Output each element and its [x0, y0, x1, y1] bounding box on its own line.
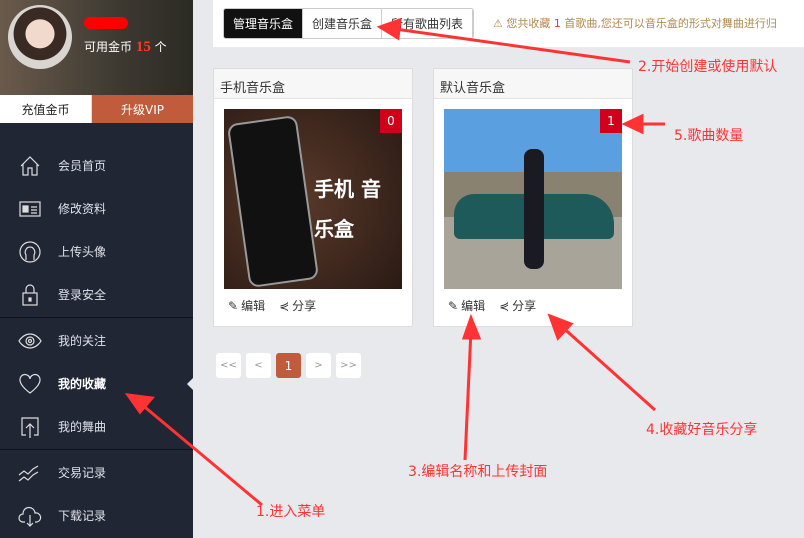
phone-image: [226, 114, 320, 289]
cover-image[interactable]: 手机 音乐盒: [224, 109, 402, 289]
toolbar: 管理音乐盒 创建音乐盒 所有歌曲列表 ⚠ 您共收藏 1 首歌曲,您还可以音乐盒的…: [213, 0, 804, 47]
upload-icon: [21, 416, 39, 438]
sidebar-item-label: 我的关注: [58, 334, 107, 348]
cover-text: 手机 音乐盒: [314, 177, 381, 241]
id-card-icon: [19, 200, 41, 217]
pagination: << < 1 > >>: [216, 353, 361, 378]
notice-pre: 您共收藏: [506, 17, 551, 30]
sidebar-item-label: 修改资料: [58, 202, 107, 216]
share-label: 分享: [292, 299, 317, 313]
edit-button[interactable]: ✎ 编辑: [448, 297, 485, 314]
lock-icon: [22, 283, 38, 306]
annotation-5: 5.歌曲数量: [674, 128, 744, 144]
notice: ⚠ 您共收藏 1 首歌曲,您还可以音乐盒的形式对舞曲进行归: [493, 15, 777, 31]
edit-icon: ✎: [448, 298, 459, 313]
page-next[interactable]: >: [306, 353, 331, 378]
recharge-button[interactable]: 充值金币: [0, 95, 92, 123]
card-title: 默认音乐盒: [434, 69, 632, 99]
annotation-3: 3.编辑名称和上传封面: [408, 464, 548, 480]
arrow-3: [463, 329, 473, 461]
edit-label: 编辑: [461, 299, 486, 313]
arrow-4: [558, 323, 657, 412]
sidebar-item-home[interactable]: 会员首页: [0, 144, 193, 187]
music-box-card: 手机音乐盒 手机 音乐盒 0 ✎ 编辑 ⋞ 分享: [213, 68, 413, 327]
sidebar-item-avatar[interactable]: 上传头像: [0, 230, 193, 273]
heart-icon: [19, 373, 41, 394]
coins-unit: 个: [154, 40, 167, 54]
coins-label: 可用金币: [84, 40, 133, 54]
sidebar-item-label: 登录安全: [58, 288, 107, 302]
song-count-badge: 0: [380, 109, 402, 133]
page-prev[interactable]: <: [246, 353, 271, 378]
home-icon: [20, 155, 40, 176]
tab-manage-box[interactable]: 管理音乐盒: [224, 9, 304, 38]
tab-create-box[interactable]: 创建音乐盒: [303, 9, 383, 38]
page-last[interactable]: >>: [336, 353, 361, 378]
share-icon: ⋞: [499, 298, 510, 313]
person-image: [524, 149, 544, 269]
edit-label: 编辑: [241, 299, 266, 313]
page-first[interactable]: <<: [216, 353, 241, 378]
tab-bar: 管理音乐盒 创建音乐盒 所有歌曲列表: [223, 8, 475, 39]
edit-icon: ✎: [228, 298, 239, 313]
sidebar: 可用金币 15 个 充值金币 升级VIP 会员首页 修改资料 上传头像 登录安全…: [0, 0, 193, 538]
eye-icon: [18, 332, 42, 349]
notice-post: 首歌曲,您还可以音乐盒的形式对舞曲进行归: [564, 17, 777, 30]
page-current[interactable]: 1: [276, 353, 301, 378]
profile-header: 可用金币 15 个: [0, 0, 193, 95]
upgrade-vip-button[interactable]: 升级VIP: [92, 95, 193, 123]
sidebar-item-downloads[interactable]: 下载记录: [0, 494, 193, 537]
sidebar-item-label: 我的收藏: [58, 377, 107, 391]
song-count-badge: 1: [600, 109, 622, 133]
sidebar-item-label: 我的舞曲: [58, 420, 107, 434]
cover-image[interactable]: [444, 109, 622, 289]
share-button[interactable]: ⋞ 分享: [499, 297, 536, 314]
annotation-4: 4.收藏好音乐分享: [646, 422, 758, 438]
sidebar-item-profile[interactable]: 修改资料: [0, 187, 193, 230]
coin-balance: 可用金币 15 个: [84, 38, 167, 56]
annotation-2: 2.开始创建或使用默认: [638, 59, 778, 75]
share-label: 分享: [512, 299, 537, 313]
divider: [0, 317, 193, 318]
share-button[interactable]: ⋞ 分享: [279, 297, 316, 314]
notice-count: 1: [553, 17, 561, 30]
music-box-card: 默认音乐盒 1 ✎ 编辑 ⋞ 分享: [433, 68, 633, 327]
chart-icon: [18, 464, 39, 481]
sidebar-item-favorites[interactable]: 我的收藏: [0, 362, 193, 405]
annotation-1: 1.进入菜单: [256, 504, 326, 520]
sidebar-item-label: 上传头像: [58, 245, 107, 259]
card-title: 手机音乐盒: [214, 69, 412, 99]
sidebar-item-label: 交易记录: [58, 466, 107, 480]
sidebar-item-following[interactable]: 我的关注: [0, 319, 193, 362]
username-redacted: [84, 17, 128, 29]
sidebar-item-label: 会员首页: [58, 159, 107, 173]
warning-icon: ⚠: [493, 17, 503, 30]
avatar[interactable]: [8, 5, 72, 69]
cloud-download-icon: [18, 506, 42, 527]
edit-button[interactable]: ✎ 编辑: [228, 297, 265, 314]
sidebar-item-my-tracks[interactable]: 我的舞曲: [0, 405, 193, 448]
sidebar-nav: 会员首页 修改资料 上传头像 登录安全 我的关注 我的收藏 我的舞曲 交易记录 …: [0, 144, 193, 537]
sidebar-item-transactions[interactable]: 交易记录: [0, 451, 193, 494]
sidebar-item-label: 下载记录: [58, 509, 107, 523]
divider: [0, 449, 193, 450]
share-icon: ⋞: [279, 298, 290, 313]
user-icon: [19, 240, 41, 263]
tab-all-songs[interactable]: 所有歌曲列表: [382, 9, 474, 38]
coins-value: 15: [135, 39, 151, 55]
sidebar-item-security[interactable]: 登录安全: [0, 273, 193, 316]
